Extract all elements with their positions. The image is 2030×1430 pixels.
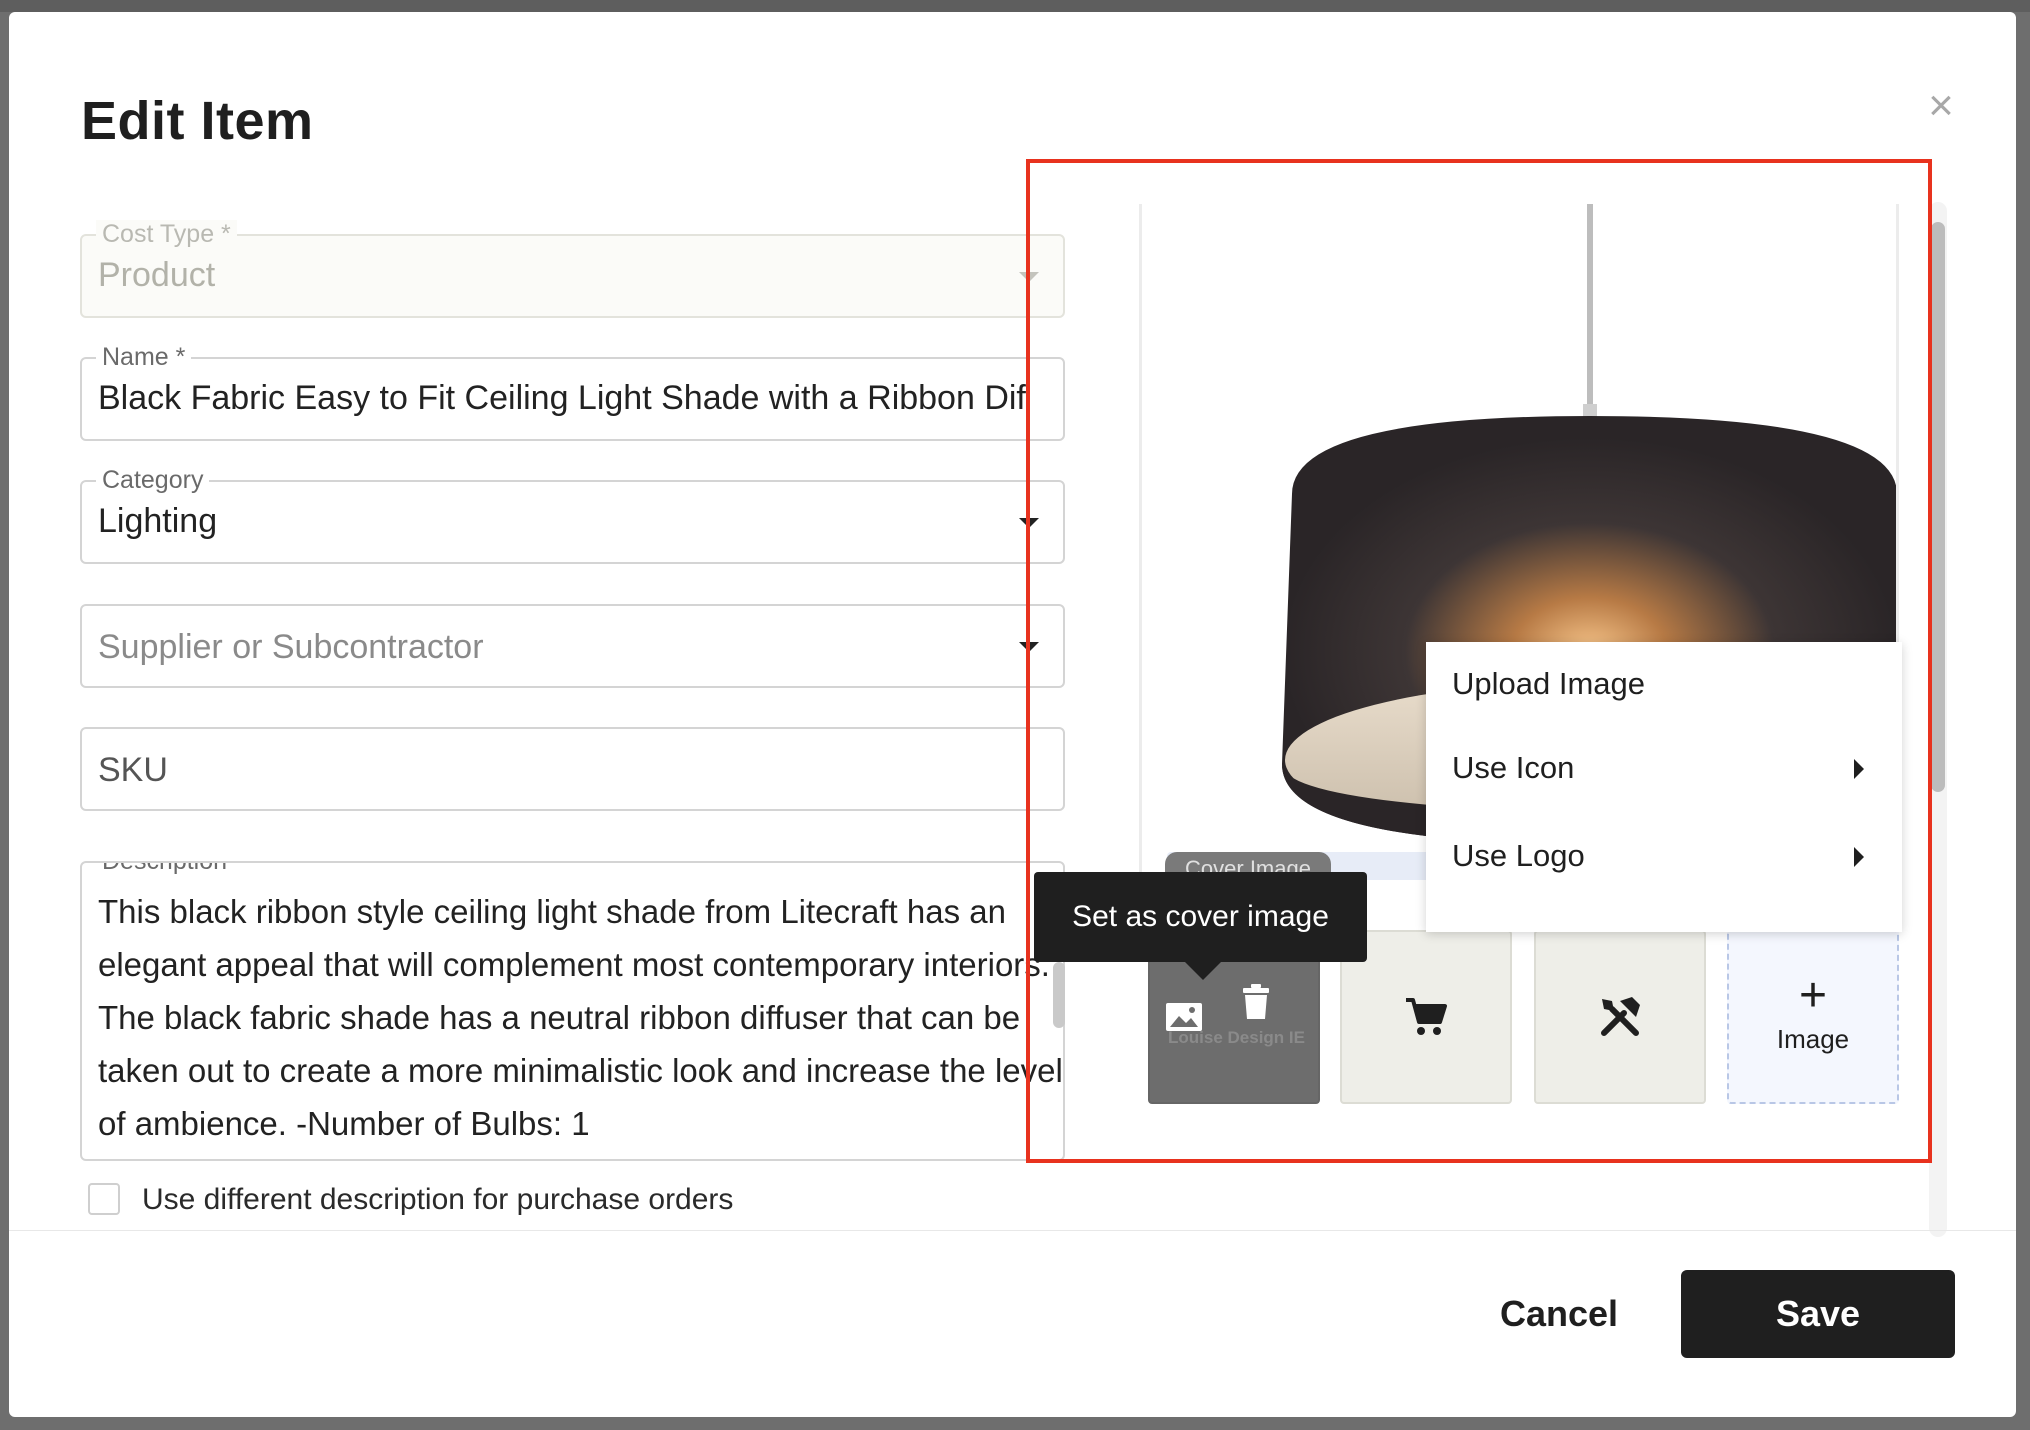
name-label: Name * xyxy=(96,343,192,372)
description-label: Description xyxy=(96,863,234,876)
tooltip-arrow xyxy=(1185,962,1221,980)
cost-type-label: Cost Type * xyxy=(96,220,237,249)
different-description-checkbox[interactable] xyxy=(88,1183,120,1215)
add-image-button[interactable]: + Image xyxy=(1727,930,1899,1104)
backdrop xyxy=(0,0,2030,12)
chevron-right-icon xyxy=(1854,759,1864,779)
description-field[interactable]: Description This black ribbon style ceil… xyxy=(80,861,1065,1161)
menu-item-use-icon[interactable]: Use Icon xyxy=(1426,726,1902,810)
icon-thumbnail-tools[interactable] xyxy=(1534,930,1706,1104)
description-scrollbar[interactable] xyxy=(1053,962,1065,1028)
menu-item-upload-image[interactable]: Upload Image xyxy=(1426,642,1902,726)
chevron-right-icon xyxy=(1854,847,1864,867)
cart-icon xyxy=(1406,998,1447,1035)
image-icon[interactable] xyxy=(1165,1002,1203,1032)
category-label: Category xyxy=(96,466,210,495)
cancel-button[interactable]: Cancel xyxy=(1479,1270,1639,1358)
cost-type-value: Product xyxy=(98,256,216,294)
edit-item-modal: Edit Item × Cost Type * Product Name * B… xyxy=(9,12,2016,1417)
set-cover-tooltip: Set as cover image xyxy=(1034,872,1367,962)
modal-title: Edit Item xyxy=(81,91,314,151)
dropdown-caret-icon xyxy=(1019,272,1039,282)
add-image-label: Image xyxy=(1776,1024,1850,1054)
image-options-menu: Upload Image Use Icon Use Logo xyxy=(1426,642,1902,932)
supplier-select[interactable]: Supplier or Subcontractor xyxy=(80,604,1065,688)
menu-item-label: Use Icon xyxy=(1452,750,1575,785)
trash-icon[interactable] xyxy=(1242,984,1270,1020)
name-field[interactable]: Name * Black Fabric Easy to Fit Ceiling … xyxy=(80,343,1065,441)
sku-placeholder: SKU xyxy=(98,751,168,789)
category-select[interactable]: Category Lighting xyxy=(80,466,1065,564)
close-icon[interactable]: × xyxy=(1919,84,1963,128)
different-description-label: Use different description for purchase o… xyxy=(142,1183,734,1216)
save-button[interactable]: Save xyxy=(1681,1270,1955,1358)
category-value: Lighting xyxy=(98,502,218,540)
menu-item-label: Upload Image xyxy=(1452,666,1646,701)
cost-type-select: Cost Type * Product xyxy=(80,220,1065,318)
dropdown-caret-icon[interactable] xyxy=(1019,642,1039,652)
sku-field[interactable]: SKU xyxy=(80,727,1065,811)
footer-divider xyxy=(9,1230,2016,1231)
supplier-placeholder: Supplier or Subcontractor xyxy=(98,628,484,666)
tools-icon xyxy=(1601,997,1640,1036)
image-panel-scrollbar-thumb[interactable] xyxy=(1931,222,1945,792)
menu-item-label: Use Logo xyxy=(1452,838,1585,873)
dropdown-caret-icon[interactable] xyxy=(1019,518,1039,528)
description-text[interactable]: This black ribbon style ceiling light sh… xyxy=(98,885,1063,1150)
plus-icon: + xyxy=(1798,969,1828,1022)
menu-item-use-logo[interactable]: Use Logo xyxy=(1426,814,1902,898)
name-value[interactable]: Black Fabric Easy to Fit Ceiling Light S… xyxy=(98,379,1043,418)
